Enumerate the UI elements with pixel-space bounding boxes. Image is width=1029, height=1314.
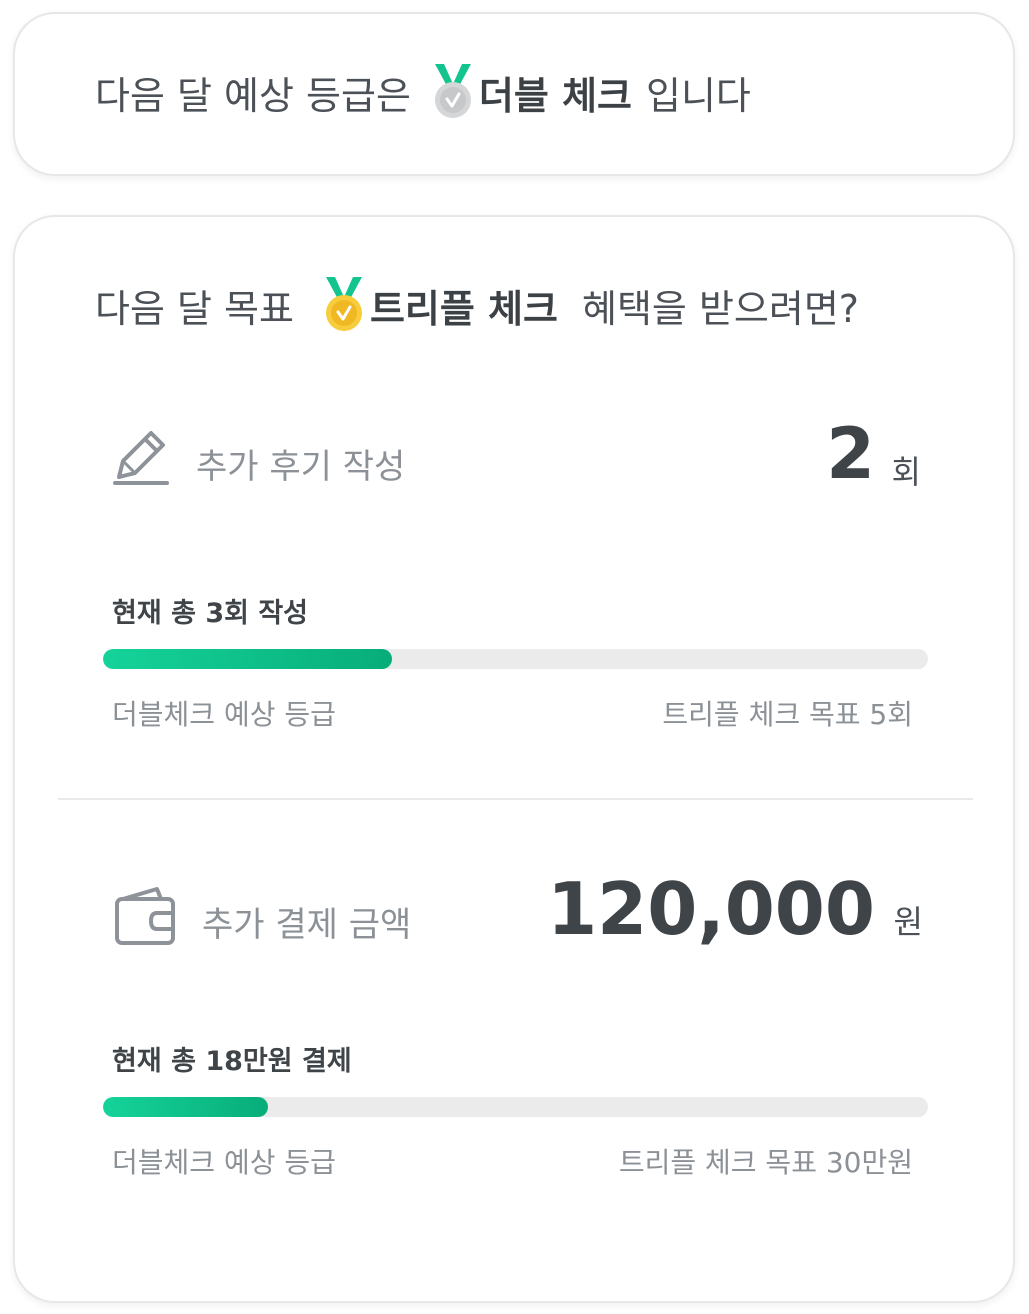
extra-review-count: 2 <box>826 413 875 495</box>
payment-progress-fill <box>103 1097 268 1117</box>
current-payment-total: 현재 총 18만원 결제 <box>112 1046 352 1077</box>
gold-check-medal-icon <box>325 277 362 331</box>
extra-review-label: 추가 후기 작성 <box>196 447 406 487</box>
payment-left-caption: 더블체크 예상 등급 <box>112 1146 336 1179</box>
extra-payment-amount: 120,000 <box>547 867 875 951</box>
silver-check-medal-icon <box>434 64 471 118</box>
review-left-caption: 더블체크 예상 등급 <box>112 698 336 731</box>
wallet-icon <box>115 887 175 945</box>
review-right-caption: 트리플 체크 목표 5회 <box>662 698 913 731</box>
predicted-grade-suffix: 입니다 <box>646 73 751 118</box>
predicted-grade-name: 더블 체크 <box>478 73 632 118</box>
goal-prefix: 다음 달 목표 <box>95 286 294 331</box>
payment-right-caption: 트리플 체크 목표 30만원 <box>618 1146 913 1179</box>
extra-review-unit: 회 <box>891 453 921 491</box>
current-review-total: 현재 총 3회 작성 <box>112 598 309 629</box>
goal-card: 다음 달 목표 트리플 체크 혜택을 받으려면? 추가 후기 작성 2 회 현재… <box>13 215 1015 1303</box>
predicted-grade-card: 다음 달 예상 등급은 더블 체크 입니다 <box>13 12 1015 176</box>
goal-line: 다음 달 목표 트리플 체크 혜택을 받으려면? <box>95 277 859 333</box>
goal-suffix: 혜택을 받으려면? <box>582 286 859 331</box>
review-progress-fill <box>103 649 392 669</box>
pencil-icon <box>113 431 169 485</box>
goal-grade-name: 트리플 체크 <box>369 286 558 331</box>
predicted-grade-line: 다음 달 예상 등급은 더블 체크 입니다 <box>95 64 751 120</box>
extra-payment-unit: 원 <box>893 903 923 941</box>
review-progress-track <box>103 649 928 669</box>
extra-payment-label: 추가 결제 금액 <box>202 905 412 945</box>
predicted-grade-prefix: 다음 달 예상 등급은 <box>95 73 411 118</box>
payment-progress-track <box>103 1097 928 1117</box>
section-divider <box>58 798 973 800</box>
